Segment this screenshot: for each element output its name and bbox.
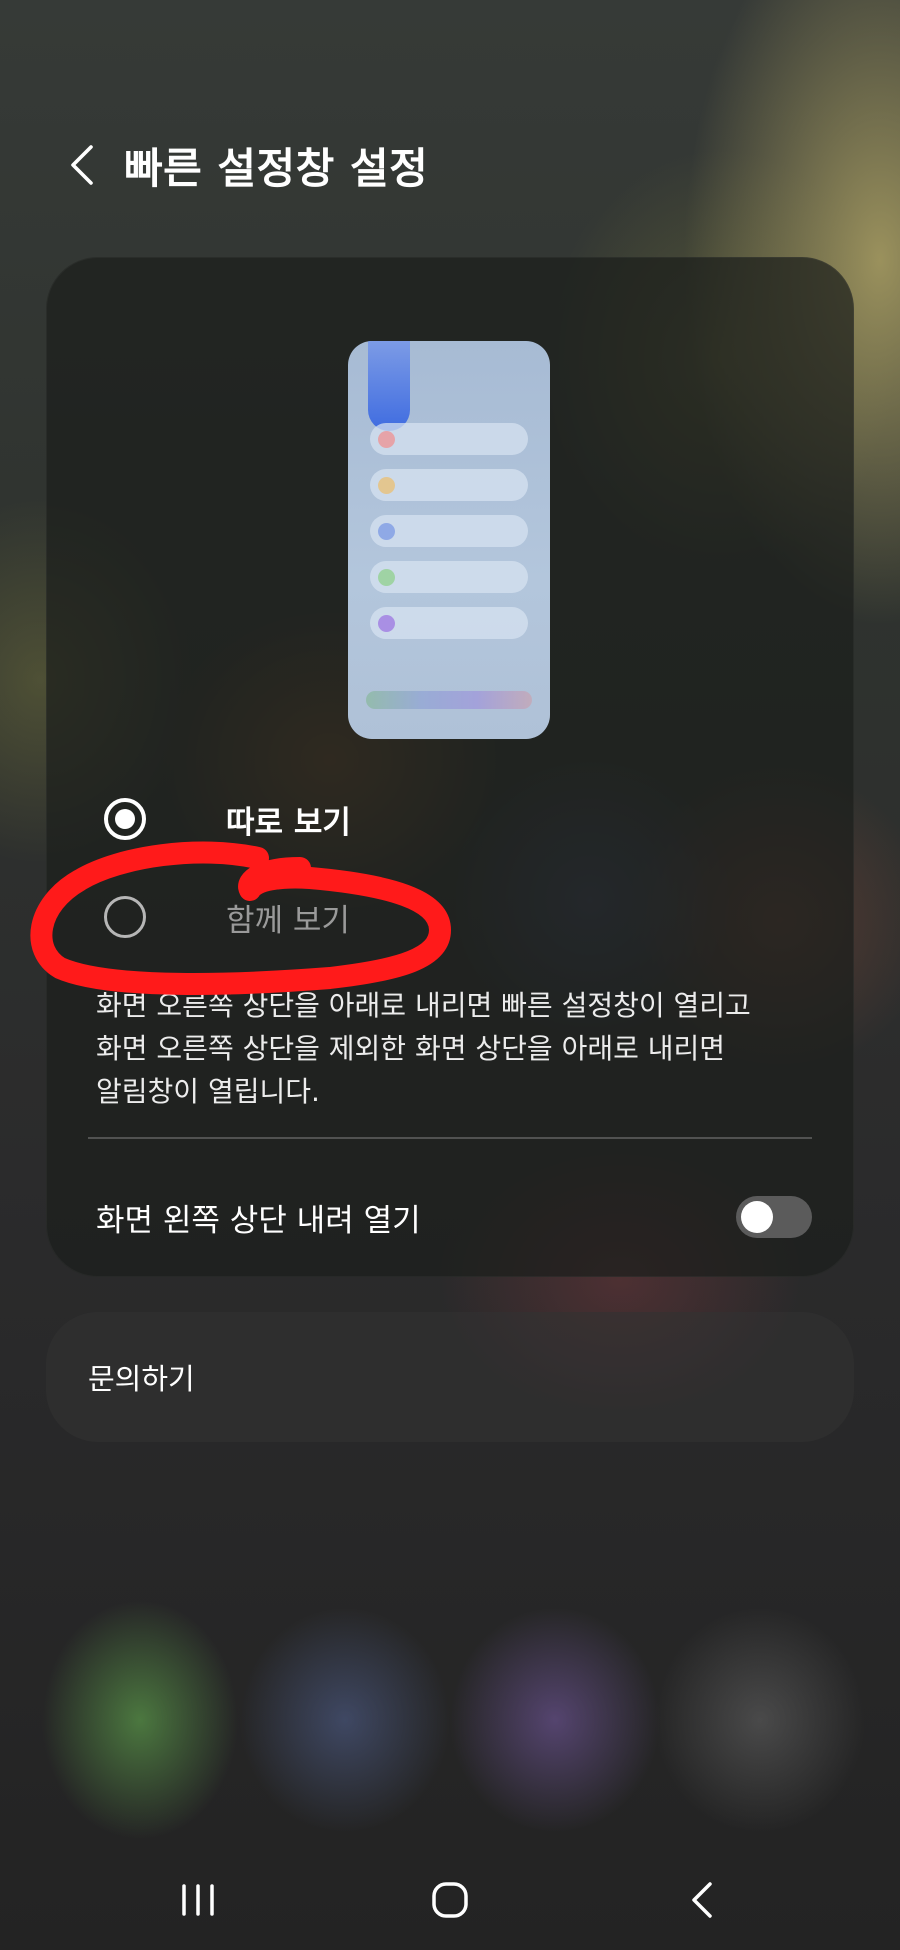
panel-preview-image [348, 341, 550, 739]
preview-row [370, 561, 528, 593]
radio-button-unselected[interactable] [104, 896, 146, 938]
top-left-swipe-label: 화면 왼쪽 상단 내려 열기 [96, 1202, 421, 1239]
preview-row [370, 515, 528, 547]
navigation-bar [0, 1850, 900, 1950]
recents-icon [182, 1884, 214, 1916]
home-icon [432, 1882, 468, 1918]
description-line: 알림창이 열립니다. [96, 1075, 320, 1108]
toggle-knob [741, 1201, 773, 1233]
contact-us-item[interactable]: 문의하기 [46, 1312, 854, 1442]
option-combined-label: 함께 보기 [226, 902, 350, 939]
back-icon [692, 1882, 712, 1918]
panel-settings-card: 따로 보기 함께 보기 화면 오른쪽 상단을 아래로 내리면 빠른 설정창이 열… [46, 257, 854, 1277]
description-line: 화면 오른쪽 상단을 제외한 화면 상단을 아래로 내리면 [96, 1032, 726, 1065]
page-title: 빠른 설정창 설정 [124, 143, 429, 193]
home-button[interactable] [410, 1870, 490, 1930]
app-header: 빠른 설정창 설정 [60, 130, 428, 200]
preview-bottom-bar [366, 691, 532, 709]
top-left-swipe-setting[interactable]: 화면 왼쪽 상단 내려 열기 [96, 1187, 812, 1247]
radio-button-selected[interactable] [104, 798, 146, 840]
preview-row [370, 423, 528, 455]
option-separate-label: 따로 보기 [226, 804, 351, 841]
divider [88, 1137, 812, 1139]
option-combined[interactable]: 함께 보기 [104, 887, 350, 947]
nav-back-button[interactable] [662, 1870, 742, 1930]
recents-button[interactable] [158, 1870, 238, 1930]
option-separate[interactable]: 따로 보기 [104, 789, 351, 849]
preview-row [370, 469, 528, 501]
chevron-left-icon [71, 145, 93, 185]
preview-row [370, 607, 528, 639]
option-description: 화면 오른쪽 상단을 아래로 내리면 빠른 설정창이 열리고 화면 오른쪽 상단… [96, 984, 816, 1113]
back-button[interactable] [60, 135, 104, 195]
preview-brightness-pill [368, 341, 410, 431]
description-line: 화면 오른쪽 상단을 아래로 내리면 빠른 설정창이 열리고 [96, 989, 751, 1022]
contact-us-label: 문의하기 [88, 1362, 195, 1396]
top-left-swipe-toggle[interactable] [736, 1196, 812, 1238]
